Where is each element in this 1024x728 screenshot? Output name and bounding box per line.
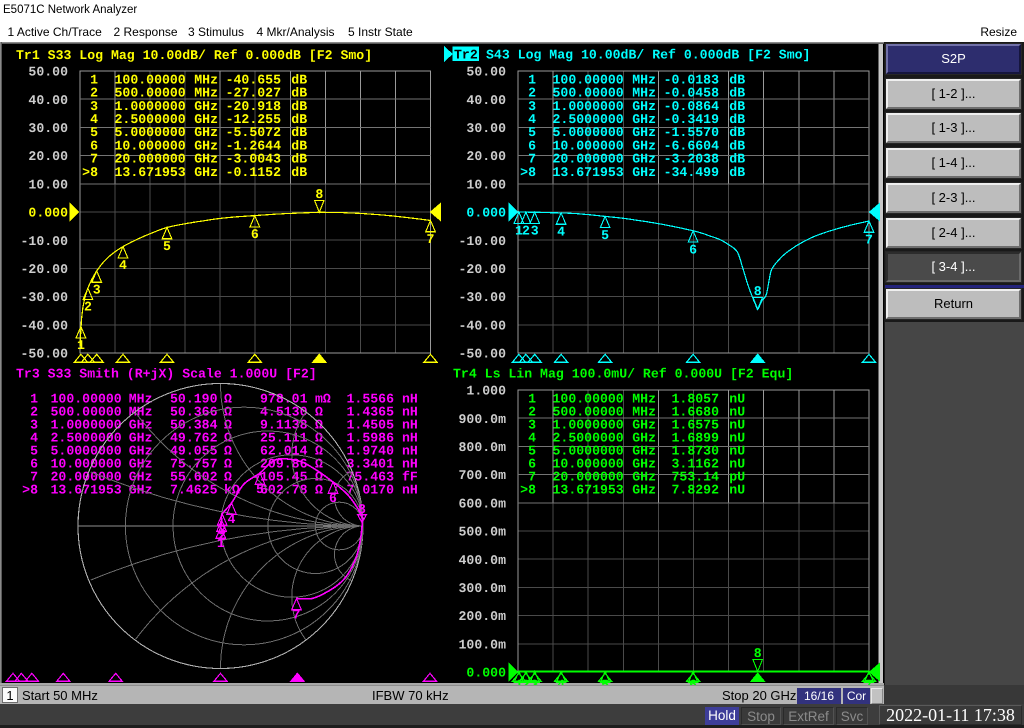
svg-text:8: 8 xyxy=(754,284,762,299)
svg-text:200.0m: 200.0m xyxy=(459,609,507,624)
svg-text:7: 7 xyxy=(293,608,301,623)
svg-text:Tr3 S33 Smith (R+jX) Scale 1.0: Tr3 S33 Smith (R+jX) Scale 1.000U [F2] xyxy=(16,367,317,382)
svg-text:>8: >8 xyxy=(82,165,98,180)
svg-text:50.00: 50.00 xyxy=(28,65,68,80)
svg-text:kΩ: kΩ xyxy=(224,482,240,497)
svg-text:-0.1152: -0.1152 xyxy=(226,165,281,180)
svg-text:3: 3 xyxy=(218,523,226,538)
svg-text:7: 7 xyxy=(865,233,873,248)
svg-text:13.671953: 13.671953 xyxy=(115,165,186,180)
svg-text:7.4625: 7.4625 xyxy=(170,482,218,497)
svg-text:5: 5 xyxy=(163,239,171,254)
svg-text:-40.00: -40.00 xyxy=(459,318,507,333)
svg-text:-40.00: -40.00 xyxy=(21,318,69,333)
svg-text:-10.00: -10.00 xyxy=(459,234,507,249)
svg-text:10.00: 10.00 xyxy=(28,177,68,192)
svg-text:Tr2: Tr2 xyxy=(454,48,478,63)
svg-text:nH: nH xyxy=(402,482,418,497)
svg-text:dB: dB xyxy=(291,165,307,180)
svg-text:-34.499: -34.499 xyxy=(664,165,719,180)
svg-text:8: 8 xyxy=(754,646,762,661)
svg-text:600.0m: 600.0m xyxy=(459,496,507,511)
svg-text:-10.00: -10.00 xyxy=(21,234,69,249)
svg-text:8: 8 xyxy=(358,502,366,517)
svg-text:400.0m: 400.0m xyxy=(459,553,507,568)
svg-text:>8: >8 xyxy=(22,482,38,497)
svg-text:4: 4 xyxy=(119,258,127,273)
svg-text:Tr4 Ls Lin Mag 100.0mU/ Ref 0.: Tr4 Ls Lin Mag 100.0mU/ Ref 0.000U [F2 E… xyxy=(453,367,793,382)
svg-text:500.0m: 500.0m xyxy=(459,525,507,540)
svg-text:10.00: 10.00 xyxy=(466,177,506,192)
svg-text:0.000: 0.000 xyxy=(28,206,68,221)
svg-text:50.00: 50.00 xyxy=(466,65,506,80)
svg-text:0.000: 0.000 xyxy=(466,206,506,221)
svg-text:900.0m: 900.0m xyxy=(459,412,507,427)
svg-text:6: 6 xyxy=(329,491,337,506)
svg-text:40.00: 40.00 xyxy=(466,93,506,108)
svg-text:8: 8 xyxy=(315,187,323,202)
svg-text:13.671953: 13.671953 xyxy=(553,482,624,497)
svg-text:30.00: 30.00 xyxy=(466,121,506,136)
svg-text:GHz: GHz xyxy=(194,165,218,180)
svg-text:300.0m: 300.0m xyxy=(459,581,507,596)
svg-text:-30.00: -30.00 xyxy=(21,290,69,305)
svg-text:5: 5 xyxy=(601,228,609,243)
svg-text:3: 3 xyxy=(93,283,101,298)
svg-text:1: 1 xyxy=(77,338,85,353)
svg-text:2: 2 xyxy=(522,224,530,239)
svg-text:20.00: 20.00 xyxy=(466,149,506,164)
svg-text:GHz: GHz xyxy=(632,482,656,497)
svg-text:0.000: 0.000 xyxy=(466,666,506,681)
svg-text:700.0m: 700.0m xyxy=(459,468,507,483)
svg-text:-50.00: -50.00 xyxy=(459,347,507,362)
svg-text:7.8292: 7.8292 xyxy=(672,482,720,497)
svg-text:3: 3 xyxy=(531,224,539,239)
svg-text:GHz: GHz xyxy=(632,165,656,180)
svg-text:13.671953: 13.671953 xyxy=(51,482,122,497)
svg-text:6: 6 xyxy=(689,242,697,257)
svg-text:-20.00: -20.00 xyxy=(21,262,69,277)
svg-text:-30.00: -30.00 xyxy=(459,290,507,305)
svg-text:4: 4 xyxy=(557,225,565,240)
svg-text:1.000: 1.000 xyxy=(466,384,506,399)
svg-text:30.00: 30.00 xyxy=(28,121,68,136)
svg-text:>8: >8 xyxy=(520,165,536,180)
svg-text:5: 5 xyxy=(256,482,264,497)
svg-text:7: 7 xyxy=(427,232,435,247)
svg-text:6: 6 xyxy=(251,227,259,242)
svg-text:4: 4 xyxy=(228,512,236,527)
svg-text:Ω: Ω xyxy=(315,482,323,497)
svg-text:>8: >8 xyxy=(520,482,536,497)
svg-text:2: 2 xyxy=(84,300,92,315)
svg-text:40.00: 40.00 xyxy=(28,93,68,108)
svg-text:dB: dB xyxy=(729,165,745,180)
svg-text:20.00: 20.00 xyxy=(28,149,68,164)
svg-text:nU: nU xyxy=(729,482,745,497)
svg-text:13.671953: 13.671953 xyxy=(553,165,624,180)
svg-text:-20.00: -20.00 xyxy=(459,262,507,277)
svg-text:800.0m: 800.0m xyxy=(459,440,507,455)
svg-text:100.0m: 100.0m xyxy=(459,637,507,652)
svg-text:-50.00: -50.00 xyxy=(21,347,69,362)
svg-text:S43 Log Mag 10.00dB/ Ref 0.000: S43 Log Mag 10.00dB/ Ref 0.000dB [F2 Smo… xyxy=(486,48,810,63)
svg-text:Tr1 S33 Log Mag 10.00dB/ Ref 0: Tr1 S33 Log Mag 10.00dB/ Ref 0.000dB [F2… xyxy=(16,48,372,63)
